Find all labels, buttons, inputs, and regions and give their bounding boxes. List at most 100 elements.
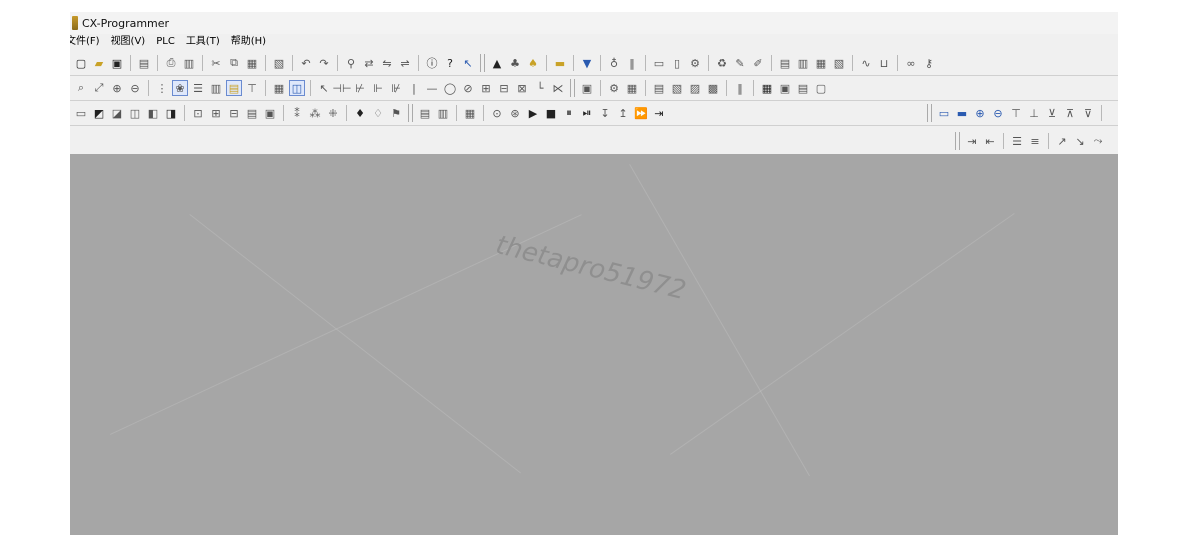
section-icon[interactable]: ◩ <box>91 105 107 121</box>
coil-nc-icon[interactable]: ⊘ <box>460 80 476 96</box>
settings-icon[interactable]: ⚙ <box>687 55 703 71</box>
contact-nc-icon[interactable]: ⊬ <box>352 80 368 96</box>
block-2-icon[interactable]: ▬ <box>954 105 970 121</box>
vertical-line-icon[interactable]: | <box>406 80 422 96</box>
toolbar-grip[interactable] <box>955 132 960 150</box>
compare-icon[interactable]: ▤ <box>417 105 433 121</box>
menu-file[interactable]: 文件(F) <box>70 34 105 49</box>
columns-icon[interactable]: ▥ <box>208 80 224 96</box>
distribute-icon[interactable]: ≡ <box>1027 133 1043 149</box>
force-icon[interactable]: ⚑ <box>388 105 404 121</box>
block-3-icon[interactable]: ⊕ <box>972 105 988 121</box>
help-icon[interactable]: ? <box>442 55 458 71</box>
cx-view-icon[interactable]: ◫ <box>289 80 305 96</box>
toolbar-grip[interactable] <box>480 54 485 72</box>
chart-icon[interactable]: ⊔ <box>876 55 892 71</box>
coil-no-icon[interactable]: ◯ <box>442 80 458 96</box>
io-comment-icon[interactable]: ▤ <box>651 80 667 96</box>
connect-icon[interactable]: ↗ <box>1054 133 1070 149</box>
memory-card-icon[interactable]: ◧ <box>145 105 161 121</box>
mnemonic-view-icon[interactable]: ▦ <box>271 80 287 96</box>
monitor-icon[interactable]: ♠ <box>525 55 541 71</box>
list-view-icon[interactable]: ▦ <box>813 55 829 71</box>
compile-icon[interactable]: ▼ <box>579 55 595 71</box>
hex-16-icon[interactable]: ⁜ <box>325 105 341 121</box>
connect-2-icon[interactable]: ↘ <box>1072 133 1088 149</box>
align-icon[interactable]: ☰ <box>1009 133 1025 149</box>
instruction-nc-icon[interactable]: ⊟ <box>496 80 512 96</box>
contact-no-icon[interactable]: ⊣⊢ <box>332 80 351 96</box>
paste-special-icon[interactable]: ▧ <box>271 55 287 71</box>
instruction-icon[interactable]: ⊞ <box>478 80 494 96</box>
contact-or-nc-icon[interactable]: ⊮ <box>388 80 404 96</box>
binary-10-icon[interactable]: ⁑ <box>289 105 305 121</box>
tree-icon[interactable]: ⊤ <box>244 80 260 96</box>
open-folder-icon[interactable]: ▰ <box>91 55 107 71</box>
table-view-icon[interactable]: ▥ <box>795 55 811 71</box>
binary-mix-icon[interactable]: ⁂ <box>307 105 323 121</box>
new-file-icon[interactable]: ▢ <box>73 55 89 71</box>
watch-icon[interactable]: ⊡ <box>190 105 206 121</box>
io-monitor-icon[interactable]: ▩ <box>705 80 721 96</box>
block-4-icon[interactable]: ⊖ <box>990 105 1006 121</box>
cross-reference-icon[interactable]: ⇋ <box>379 55 395 71</box>
sim-power-icon[interactable]: ⊙ <box>489 105 505 121</box>
select-mode-icon[interactable]: ↖ <box>316 80 332 96</box>
io-cross-icon[interactable]: ▧ <box>669 80 685 96</box>
block-8-icon[interactable]: ⊼ <box>1062 105 1078 121</box>
indent-icon[interactable]: ⇥ <box>964 133 980 149</box>
transfer-icon[interactable]: ▬ <box>552 55 568 71</box>
comment-view-icon[interactable]: ❀ <box>172 80 188 96</box>
cut-icon[interactable]: ✂ <box>208 55 224 71</box>
simulation-run-icon[interactable]: ✎ <box>732 55 748 71</box>
undo-icon[interactable]: ↶ <box>298 55 314 71</box>
contact-or-no-icon[interactable]: ⊩ <box>370 80 386 96</box>
io-table-2-icon[interactable]: ◫ <box>127 105 143 121</box>
pause-icon[interactable]: ‖ <box>624 55 640 71</box>
io-edit-icon[interactable]: ▨ <box>687 80 703 96</box>
online-edit-icon[interactable]: ♣ <box>507 55 523 71</box>
connect-3-icon[interactable]: ⤳ <box>1090 133 1106 149</box>
zoom-fit-icon[interactable]: ⤢ <box>91 80 107 96</box>
menu-tools[interactable]: 工具(T) <box>186 34 225 49</box>
trace-icon[interactable]: ∿ <box>858 55 874 71</box>
find-icon[interactable]: ⚲ <box>343 55 359 71</box>
block-7-icon[interactable]: ⊻ <box>1044 105 1060 121</box>
calendar-icon[interactable]: ▦ <box>624 80 640 96</box>
step-out-icon[interactable]: ↥ <box>615 105 631 121</box>
grid-view-icon[interactable]: ▤ <box>777 55 793 71</box>
step-in-icon[interactable]: ↧ <box>597 105 613 121</box>
block-6-icon[interactable]: ⊥ <box>1026 105 1042 121</box>
block-9-icon[interactable]: ⊽ <box>1080 105 1096 121</box>
address-reference-icon[interactable]: ⇌ <box>397 55 413 71</box>
pause-sim-icon[interactable]: ⏸ <box>561 105 577 121</box>
work-online-icon[interactable]: ▲ <box>489 55 505 71</box>
memory-icon[interactable]: ▯ <box>669 55 685 71</box>
data-trace-icon[interactable]: ⊞ <box>208 105 224 121</box>
pt-icon[interactable]: ⊠ <box>514 80 530 96</box>
paste-icon[interactable]: ▦ <box>244 55 260 71</box>
context-help-icon[interactable]: ↖ <box>460 55 476 71</box>
toolbar-grip[interactable] <box>570 79 575 97</box>
line-delete-icon[interactable]: ⋉ <box>550 80 566 96</box>
sim-load-icon[interactable]: ▦ <box>462 105 478 121</box>
sim-reset-icon[interactable]: ⊛ <box>507 105 523 121</box>
list-icon[interactable]: ☰ <box>190 80 206 96</box>
line-connect-icon[interactable]: └ <box>532 80 548 96</box>
program-icon[interactable]: ▭ <box>73 105 89 121</box>
toolbar-grip[interactable] <box>408 104 413 122</box>
redo-icon[interactable]: ↷ <box>316 55 332 71</box>
toolbar-grip[interactable] <box>927 104 932 122</box>
copy-icon[interactable]: ⧉ <box>226 55 242 71</box>
symbols-icon[interactable]: ◪ <box>109 105 125 121</box>
step-icon[interactable]: ♁ <box>606 55 622 71</box>
save-icon[interactable]: ▣ <box>109 55 125 71</box>
verify-icon[interactable]: ▥ <box>435 105 451 121</box>
function-block-icon[interactable]: ▣ <box>579 80 595 96</box>
menu-help[interactable]: 帮助(H) <box>231 34 271 49</box>
reset-icon[interactable]: ♢ <box>370 105 386 121</box>
menu-view[interactable]: 视图(V) <box>111 34 151 49</box>
continuous-step-icon[interactable]: ⏩ <box>633 105 649 121</box>
block-1-icon[interactable]: ▭ <box>936 105 952 121</box>
time-chart-icon[interactable]: ⊟ <box>226 105 242 121</box>
